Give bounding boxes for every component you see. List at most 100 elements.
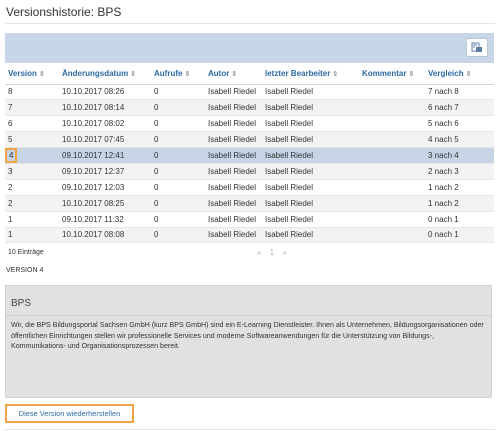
date-cell: 09.10.2017 12:41 <box>59 147 151 164</box>
table-row: 1 10.10.2017 08:08 0 Isabell Riedel Isab… <box>5 227 494 244</box>
export-button[interactable] <box>466 38 488 57</box>
author-cell: Isabell Riedel <box>205 195 262 212</box>
date-cell: 10.10.2017 07:45 <box>59 131 151 149</box>
version-link[interactable]: 1 <box>5 227 59 244</box>
column-header-comment[interactable]: Kommentar ⇕ <box>359 63 425 85</box>
content-title: BPS <box>11 298 32 309</box>
table-toolbar <box>5 33 494 63</box>
sort-icon[interactable]: ⇕ <box>408 71 414 78</box>
entries-count: 10 Einträge <box>8 249 44 256</box>
column-header-author[interactable]: Autor ⇕ <box>205 63 262 85</box>
version-link[interactable]: 6 <box>5 115 59 133</box>
comment-cell <box>359 227 425 244</box>
editor-cell: Isabell Riedel <box>262 99 359 117</box>
compare-link[interactable]: 0 nach 1 <box>425 227 494 244</box>
author-cell: Isabell Riedel <box>205 131 262 149</box>
compare-link[interactable]: 6 nach 7 <box>425 99 494 117</box>
author-cell: Isabell Riedel <box>205 115 262 133</box>
version-link[interactable]: 5 <box>5 131 59 149</box>
author-cell: Isabell Riedel <box>205 179 262 196</box>
comment-cell <box>359 99 425 117</box>
table-row: 2 10.10.2017 08:25 0 Isabell Riedel Isab… <box>5 195 494 212</box>
content-divider <box>6 315 491 316</box>
author-cell: Isabell Riedel <box>205 227 262 244</box>
version-link[interactable]: 2 <box>5 195 59 212</box>
table-row: 5 10.10.2017 07:45 0 Isabell Riedel Isab… <box>5 131 494 149</box>
compare-link[interactable]: 5 nach 6 <box>425 115 494 133</box>
editor-cell: Isabell Riedel <box>262 227 359 244</box>
column-header-views[interactable]: Aufrufe ⇕ <box>151 63 205 85</box>
author-cell: Isabell Riedel <box>205 99 262 117</box>
version-link[interactable]: 1 <box>5 211 59 228</box>
author-cell: Isabell Riedel <box>205 84 262 101</box>
editor-cell: Isabell Riedel <box>262 147 359 164</box>
version-link[interactable]: 8 <box>5 84 59 101</box>
editor-cell: Isabell Riedel <box>262 195 359 212</box>
views-cell: 0 <box>151 115 205 133</box>
sort-icon[interactable]: ⇕ <box>466 71 472 78</box>
date-cell: 10.10.2017 08:14 <box>59 99 151 117</box>
views-cell: 0 <box>151 84 205 101</box>
editor-cell: Isabell Riedel <box>262 163 359 180</box>
table-row: 7 10.10.2017 08:14 0 Isabell Riedel Isab… <box>5 99 494 117</box>
author-cell: Isabell Riedel <box>205 163 262 180</box>
column-header-date[interactable]: Änderungsdatum ⇕ <box>59 63 151 85</box>
views-cell: 0 <box>151 99 205 117</box>
editor-cell: Isabell Riedel <box>262 179 359 196</box>
comment-cell <box>359 131 425 149</box>
editor-cell: Isabell Riedel <box>262 131 359 149</box>
comment-cell <box>359 195 425 212</box>
views-cell: 0 <box>151 227 205 244</box>
compare-link[interactable]: 0 nach 1 <box>425 211 494 228</box>
sort-icon[interactable]: ⇕ <box>332 71 338 78</box>
sort-icon[interactable]: ⇕ <box>231 71 237 78</box>
content-text: Wir, die BPS Bildungsportal Sachsen GmbH… <box>11 321 484 351</box>
version-label: VERSION 4 <box>6 267 44 274</box>
compare-link[interactable]: 3 nach 4 <box>425 147 494 164</box>
views-cell: 0 <box>151 211 205 228</box>
comment-cell <box>359 147 425 164</box>
author-cell: Isabell Riedel <box>205 211 262 228</box>
date-cell: 10.10.2017 08:26 <box>59 84 151 101</box>
editor-cell: Isabell Riedel <box>262 211 359 228</box>
version-link[interactable]: 4 <box>4 147 59 164</box>
compare-link[interactable]: 2 nach 3 <box>425 163 494 180</box>
table-row: 6 10.10.2017 08:02 0 Isabell Riedel Isab… <box>5 115 494 133</box>
column-header-version[interactable]: Version ⇕ <box>5 63 59 85</box>
sort-icon[interactable]: ⇕ <box>184 71 190 78</box>
table-row: 8 10.10.2017 08:26 0 Isabell Riedel Isab… <box>5 84 494 101</box>
restore-version-button[interactable]: Diese Version wiederherstellen <box>5 404 134 423</box>
date-cell: 09.10.2017 12:03 <box>59 179 151 196</box>
compare-link[interactable]: 1 nach 2 <box>425 179 494 196</box>
column-header-compare[interactable]: Vergleich ⇕ <box>425 63 494 85</box>
table-footer: 10 Einträge « 1 » <box>5 247 494 261</box>
author-cell: Isabell Riedel <box>205 147 262 164</box>
compare-link[interactable]: 7 nach 8 <box>425 84 494 101</box>
compare-link[interactable]: 1 nach 2 <box>425 195 494 212</box>
column-header-editor[interactable]: letzter Bearbeiter ⇕ <box>262 63 359 85</box>
sort-icon[interactable]: ⇕ <box>130 71 136 78</box>
date-cell: 09.10.2017 11:32 <box>59 211 151 228</box>
pagination[interactable]: « 1 » <box>257 248 290 257</box>
date-cell: 10.10.2017 08:25 <box>59 195 151 212</box>
views-cell: 0 <box>151 147 205 164</box>
views-cell: 0 <box>151 179 205 196</box>
version-history-table: Version ⇕ Änderungsdatum ⇕ Aufrufe ⇕ Autor ⇕… <box>4 63 494 244</box>
bottom-divider <box>5 429 495 430</box>
compare-link[interactable]: 4 nach 5 <box>425 131 494 149</box>
table-row: 3 09.10.2017 12:37 0 Isabell Riedel Isab… <box>5 163 494 180</box>
table-row: 1 09.10.2017 11:32 0 Isabell Riedel Isab… <box>5 211 494 228</box>
table-row: 2 09.10.2017 12:03 0 Isabell Riedel Isab… <box>5 179 494 196</box>
version-link[interactable]: 7 <box>5 99 59 117</box>
editor-cell: Isabell Riedel <box>262 115 359 133</box>
views-cell: 0 <box>151 163 205 180</box>
comment-cell <box>359 84 425 101</box>
sort-icon[interactable]: ⇕ <box>39 71 45 78</box>
comment-cell <box>359 211 425 228</box>
version-link[interactable]: 2 <box>5 179 59 196</box>
comment-cell <box>359 115 425 133</box>
selected-version-link[interactable]: 4 <box>4 148 18 163</box>
version-link[interactable]: 3 <box>5 163 59 180</box>
version-content-panel: BPS Wir, die BPS Bildungsportal Sachsen … <box>5 285 492 398</box>
date-cell: 10.10.2017 08:08 <box>59 227 151 244</box>
